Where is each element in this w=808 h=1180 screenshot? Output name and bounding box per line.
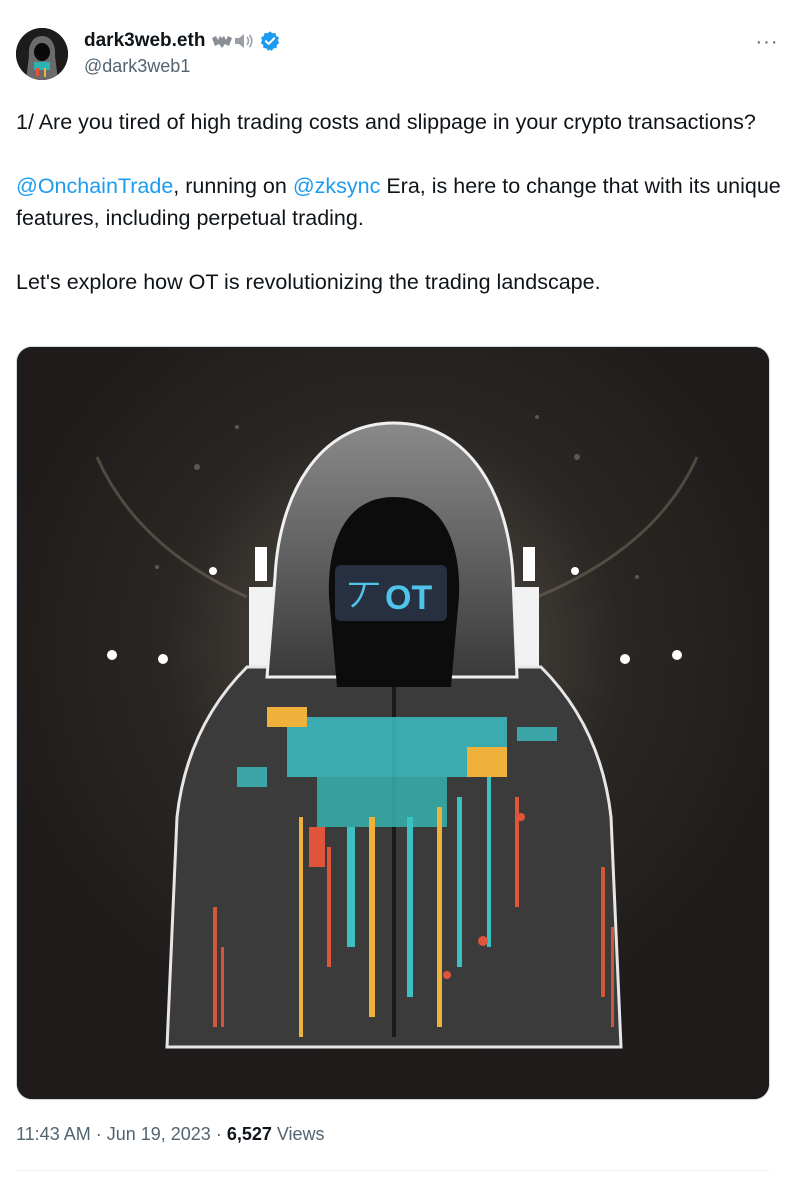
mention-onchaintrade[interactable]: @OnchainTrade	[16, 174, 173, 198]
divider	[16, 1170, 770, 1171]
ot-logo-text: OT	[385, 579, 432, 617]
name-emoji	[211, 32, 255, 50]
tweet-date[interactable]: Jun 19, 2023	[107, 1124, 211, 1144]
name-row: dark3web.eth	[84, 28, 281, 54]
handle[interactable]: @dark3web1	[84, 56, 281, 77]
hooded-figure-avatar-icon	[16, 28, 68, 80]
meta-separator: ·	[90, 1124, 107, 1144]
more-options-icon[interactable]: ···	[750, 30, 784, 54]
meta-separator: ·	[210, 1124, 227, 1144]
tweet: dark3web.eth @dark3web1 ··· 1/ Are you t…	[0, 0, 808, 1180]
tweet-image[interactable]: 丆 OT	[16, 346, 770, 1100]
tweet-paragraph-1: 1/ Are you tired of high trading costs a…	[16, 110, 756, 134]
tweet-paragraph-3: Let's explore how OT is revolutionizing …	[16, 270, 601, 294]
tweet-meta: 11:43 AM · Jun 19, 2023 · 6,527 Views	[16, 1124, 325, 1145]
display-name[interactable]: dark3web.eth	[84, 30, 205, 52]
tweet-time[interactable]: 11:43 AM	[16, 1124, 91, 1144]
avatar[interactable]	[16, 28, 68, 80]
speaker-icon	[235, 34, 253, 48]
tweet-text: 1/ Are you tired of high trading costs a…	[16, 106, 786, 298]
author-block: dark3web.eth @dark3web1	[84, 28, 281, 77]
tweet-text-segment: , running on	[173, 174, 293, 198]
views-label: Views	[271, 1124, 325, 1144]
ot-logo-glyph: 丆	[347, 578, 381, 618]
hooded-figure-illustration: 丆 OT	[17, 347, 769, 1099]
verified-badge-icon	[261, 31, 280, 51]
bat-icon	[212, 36, 233, 48]
tweet-paragraph-2: @OnchainTrade, running on @zksync Era, i…	[16, 170, 786, 234]
mention-zksync[interactable]: @zksync	[293, 174, 381, 198]
views-count: 6,527	[226, 1124, 272, 1144]
